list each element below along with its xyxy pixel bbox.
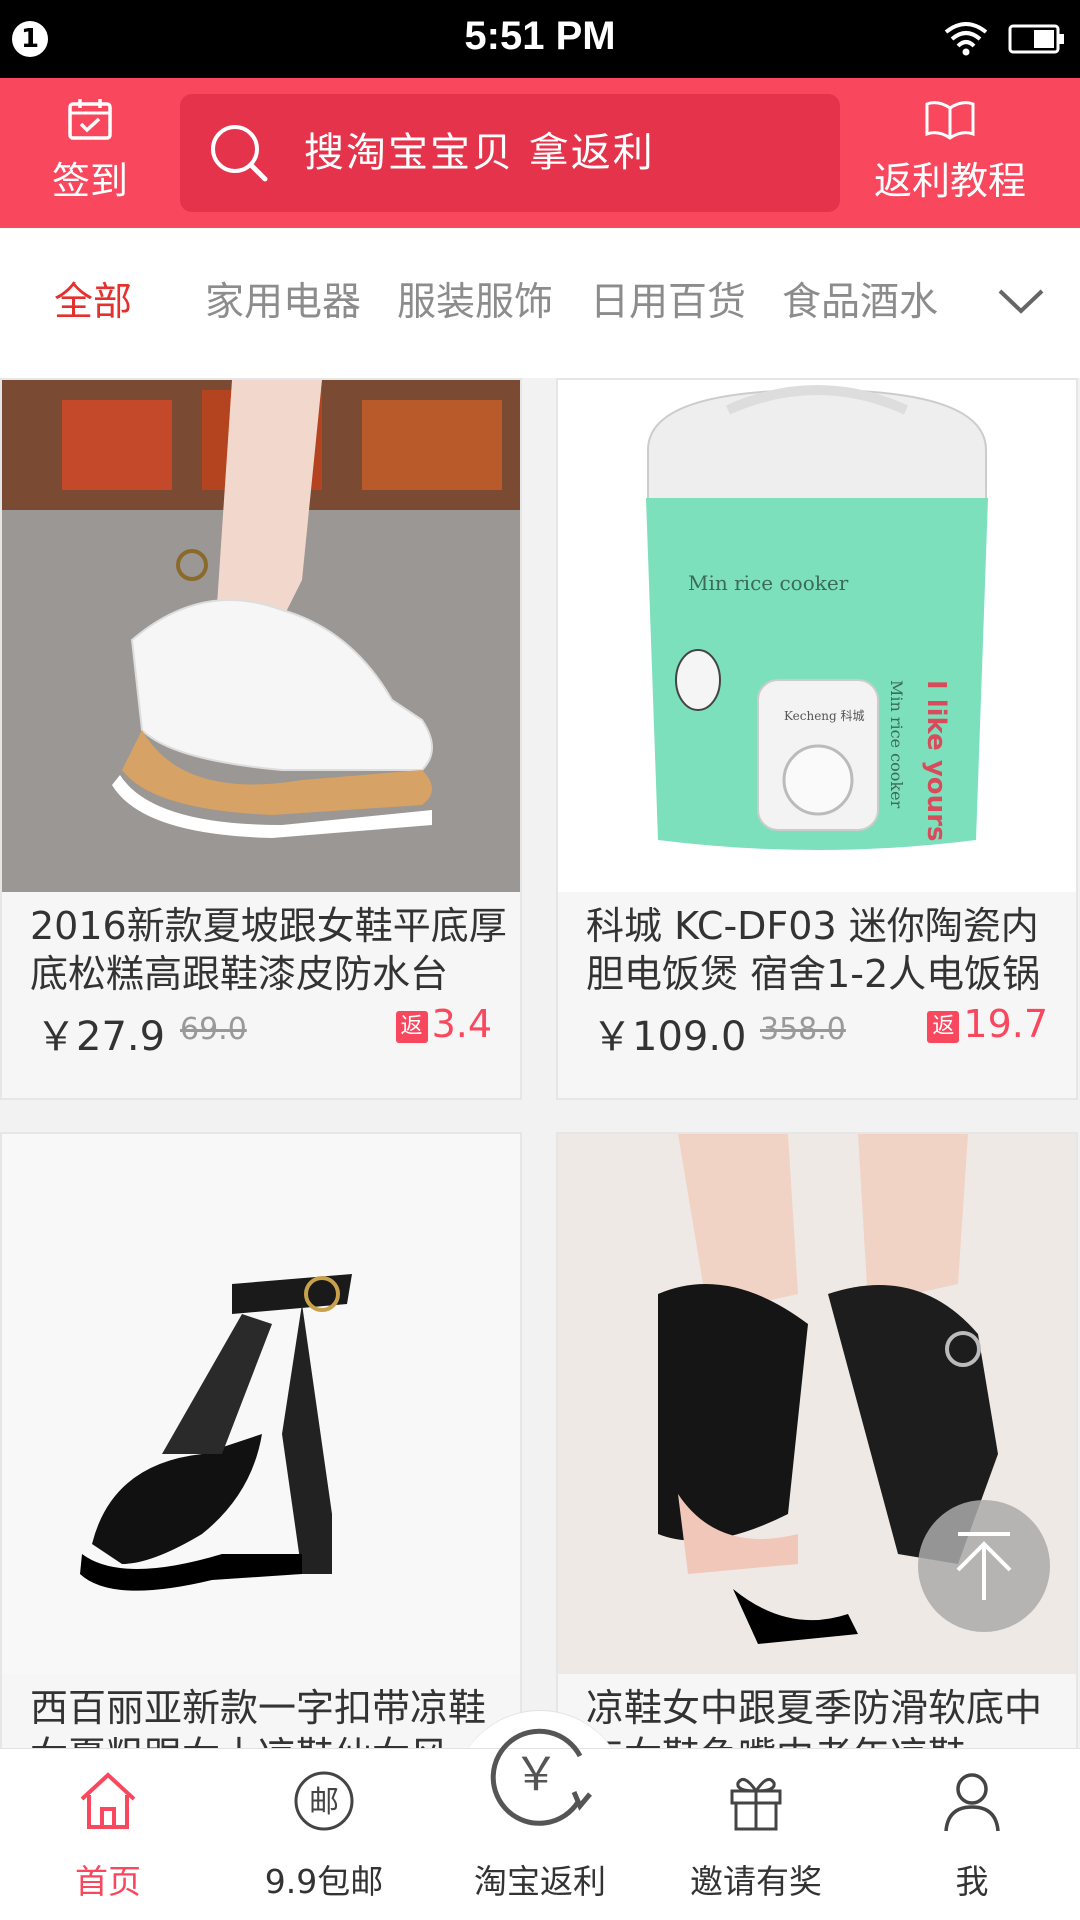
header: 签到 搜淘宝宝贝 拿返利 返利教程: [0, 78, 1080, 228]
product-card[interactable]: Min rice cooker I like yours Min rice co…: [556, 378, 1078, 1100]
tab-label: 我: [955, 1862, 989, 1901]
product-card[interactable]: 2016新款夏坡跟女鞋平底厚底松糕高跟鞋漆皮防水台 ￥27.9 69.0 返 3.…: [0, 378, 522, 1100]
category-tabs: 全部 家用电器 服装服饰 日用百货 食品酒水: [0, 228, 1080, 378]
product-title: 科城 KC-DF03 迷你陶瓷内胆电饭煲 宿舍1-2人电饭锅: [586, 904, 1041, 996]
rebate-tag: 返: [395, 1011, 428, 1043]
back-to-top-button[interactable]: [918, 1500, 1050, 1632]
status-bar: 1 5:51 PM: [0, 0, 1080, 78]
tab-invite-reward[interactable]: 邀请有奖: [648, 1749, 864, 1920]
category-tab-food-drinks[interactable]: 食品酒水: [782, 228, 938, 378]
rebate-amount: 19.7: [963, 1002, 1048, 1046]
category-tab-daily-goods[interactable]: 日用百货: [590, 228, 746, 378]
product-rebate: 返 19.7: [927, 1002, 1048, 1046]
home-icon: [80, 1772, 136, 1829]
product-price: ￥109.0: [592, 1014, 747, 1060]
tab-label: 邀请有奖: [690, 1862, 822, 1901]
tab-label: 首页: [75, 1862, 141, 1901]
tab-free-shipping[interactable]: 邮 9.9包邮: [216, 1749, 432, 1920]
yen-glyph: ￥: [513, 1747, 559, 1801]
product-image: [2, 1134, 520, 1674]
mail-icon: 邮: [294, 1771, 354, 1831]
app-root: 1 5:51 PM 签到 搜淘宝宝贝 拿返利 返利教程 全部 家用电器 服装服饰…: [0, 0, 1080, 1920]
checkin-button[interactable]: 签到: [30, 96, 150, 205]
product-image-text: Min rice cooker: [887, 680, 906, 809]
tab-label: 9.9包邮: [264, 1862, 384, 1901]
category-tab-appliances[interactable]: 家用电器: [205, 228, 361, 378]
calendar-check-icon: [68, 99, 112, 140]
product-title: 2016新款夏坡跟女鞋平底厚底松糕高跟鞋漆皮防水台: [30, 904, 507, 996]
product-price: ￥27.9: [36, 1014, 166, 1060]
product-card[interactable]: 凉鞋女中跟夏季防滑软底中年女鞋鱼嘴中老年凉鞋: [556, 1132, 1078, 1772]
product-image-text: Kecheng 科城: [784, 709, 865, 723]
tab-label: 淘宝返利: [474, 1862, 606, 1901]
book-icon: [925, 101, 975, 140]
rebate-tag: 返: [927, 1011, 960, 1043]
wifi-icon: [944, 22, 988, 56]
user-icon: [944, 1773, 1000, 1832]
tutorial-label: 返利教程: [873, 159, 1026, 203]
product-rebate: 返 3.4: [395, 1002, 492, 1046]
product-image: [2, 380, 520, 892]
arrow-up-icon: [956, 1532, 1012, 1600]
chevron-down-icon[interactable]: [996, 286, 1046, 316]
yen-refresh-icon[interactable]: ￥: [480, 1716, 600, 1836]
product-original-price: 358.0: [760, 1012, 846, 1047]
tab-me[interactable]: 我: [864, 1749, 1080, 1920]
rebate-tutorial-button[interactable]: 返利教程: [850, 100, 1050, 205]
category-tab-clothing[interactable]: 服装服饰: [397, 228, 553, 378]
black-heel-image: [2, 1134, 520, 1674]
product-original-price: 69.0: [180, 1012, 247, 1047]
rice-cooker-image: Min rice cooker I like yours Min rice co…: [558, 380, 1076, 892]
checkin-label: 签到: [51, 159, 128, 203]
gift-icon: [730, 1777, 782, 1831]
tab-home[interactable]: 首页: [0, 1749, 216, 1920]
product-card[interactable]: 西百丽亚新款一字扣带凉鞋女夏粗跟女士凉鞋仙女风: [0, 1132, 522, 1772]
product-image-text: I like yours: [921, 680, 951, 841]
category-tab-all[interactable]: 全部: [54, 228, 132, 378]
status-time: 5:51 PM: [464, 14, 616, 58]
battery-icon: [1008, 24, 1064, 54]
rebate-amount: 3.4: [431, 1002, 492, 1046]
mail-glyph: 邮: [309, 1785, 339, 1820]
search-placeholder: 搜淘宝宝贝 拿返利: [304, 130, 655, 176]
product-image-text: Min rice cooker: [688, 571, 849, 595]
sandal-image: [2, 380, 520, 892]
search-input[interactable]: 搜淘宝宝贝 拿返利: [180, 94, 840, 212]
product-image: Min rice cooker I like yours Min rice co…: [558, 380, 1076, 892]
search-icon: [211, 125, 268, 182]
